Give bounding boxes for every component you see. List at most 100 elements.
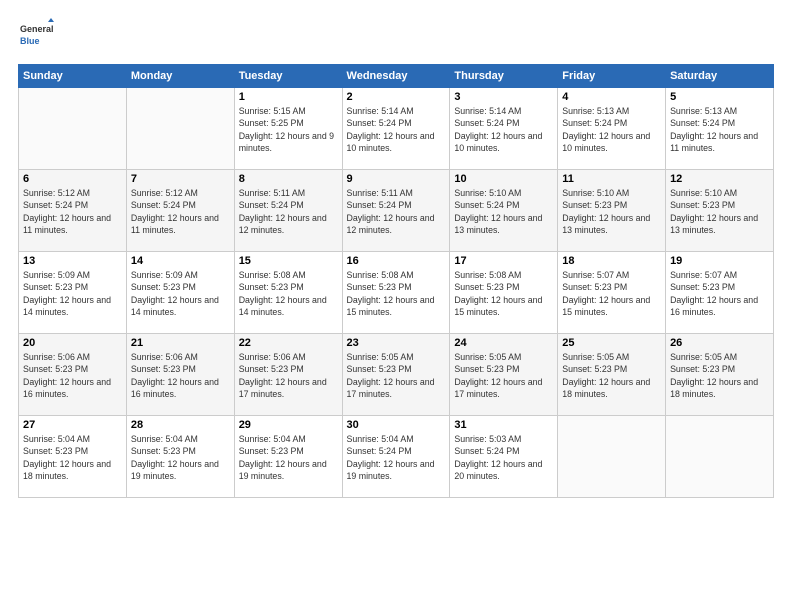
day-info: Sunrise: 5:10 AM Sunset: 5:23 PM Dayligh… <box>670 187 769 236</box>
day-number: 21 <box>131 337 230 349</box>
day-number: 4 <box>562 91 661 103</box>
day-number: 23 <box>347 337 446 349</box>
day-number: 1 <box>239 91 338 103</box>
day-cell: 1 Sunrise: 5:15 AM Sunset: 5:25 PM Daylig… <box>234 88 342 170</box>
day-info: Sunrise: 5:03 AM Sunset: 5:24 PM Dayligh… <box>454 433 553 482</box>
calendar-header: SundayMondayTuesdayWednesdayThursdayFrid… <box>19 65 774 88</box>
day-cell: 13 Sunrise: 5:09 AM Sunset: 5:23 PM Dayli… <box>19 252 127 334</box>
logo-svg: General Blue <box>18 18 54 54</box>
day-info: Sunrise: 5:05 AM Sunset: 5:23 PM Dayligh… <box>670 351 769 400</box>
week-row-1: 1 Sunrise: 5:15 AM Sunset: 5:25 PM Daylig… <box>19 88 774 170</box>
week-row-2: 6 Sunrise: 5:12 AM Sunset: 5:24 PM Daylig… <box>19 170 774 252</box>
day-cell: 19Sunrise: 5:07 AM Sunset: 5:23 PM Dayli… <box>666 252 774 334</box>
week-row-3: 13 Sunrise: 5:09 AM Sunset: 5:23 PM Dayli… <box>19 252 774 334</box>
week-row-4: 20 Sunrise: 5:06 AM Sunset: 5:23 PM Dayli… <box>19 334 774 416</box>
day-cell <box>666 416 774 498</box>
day-cell: 21 Sunrise: 5:06 AM Sunset: 5:23 PM Dayli… <box>126 334 234 416</box>
day-info: Sunrise: 5:04 AM Sunset: 5:23 PM Dayligh… <box>239 433 338 482</box>
day-cell: 12 Sunrise: 5:10 AM Sunset: 5:23 PM Dayli… <box>666 170 774 252</box>
day-info: Sunrise: 5:05 AM Sunset: 5:23 PM Dayligh… <box>562 351 661 400</box>
day-cell <box>19 88 127 170</box>
day-cell: 26Sunrise: 5:05 AM Sunset: 5:23 PM Dayli… <box>666 334 774 416</box>
day-number: 17 <box>454 255 553 267</box>
day-info: Sunrise: 5:12 AM Sunset: 5:24 PM Dayligh… <box>23 187 122 236</box>
day-cell: 6 Sunrise: 5:12 AM Sunset: 5:24 PM Daylig… <box>19 170 127 252</box>
day-number: 5 <box>670 91 769 103</box>
day-info: Sunrise: 5:13 AM Sunset: 5:24 PM Dayligh… <box>562 105 661 154</box>
day-cell <box>126 88 234 170</box>
day-number: 13 <box>23 255 122 267</box>
day-number: 11 <box>562 173 661 185</box>
day-cell: 22 Sunrise: 5:06 AM Sunset: 5:23 PM Dayli… <box>234 334 342 416</box>
day-number: 16 <box>347 255 446 267</box>
day-info: Sunrise: 5:04 AM Sunset: 5:24 PM Dayligh… <box>347 433 446 482</box>
day-info: Sunrise: 5:06 AM Sunset: 5:23 PM Dayligh… <box>239 351 338 400</box>
calendar-page: General Blue SundayMondayTuesdayWednesda… <box>0 0 792 612</box>
day-number: 27 <box>23 419 122 431</box>
day-cell: 11Sunrise: 5:10 AM Sunset: 5:23 PM Dayli… <box>558 170 666 252</box>
day-cell <box>558 416 666 498</box>
day-number: 20 <box>23 337 122 349</box>
day-info: Sunrise: 5:10 AM Sunset: 5:24 PM Dayligh… <box>454 187 553 236</box>
day-number: 28 <box>131 419 230 431</box>
day-number: 18 <box>562 255 661 267</box>
header-cell-tuesday: Tuesday <box>234 65 342 88</box>
day-number: 14 <box>131 255 230 267</box>
day-cell: 7 Sunrise: 5:12 AM Sunset: 5:24 PM Daylig… <box>126 170 234 252</box>
calendar-body: 1 Sunrise: 5:15 AM Sunset: 5:25 PM Daylig… <box>19 88 774 498</box>
day-cell: 24 Sunrise: 5:05 AM Sunset: 5:23 PM Dayli… <box>450 334 558 416</box>
day-number: 12 <box>670 173 769 185</box>
day-info: Sunrise: 5:07 AM Sunset: 5:23 PM Dayligh… <box>562 269 661 318</box>
day-info: Sunrise: 5:09 AM Sunset: 5:23 PM Dayligh… <box>131 269 230 318</box>
day-cell: 8Sunrise: 5:11 AM Sunset: 5:24 PM Daylig… <box>234 170 342 252</box>
day-number: 6 <box>23 173 122 185</box>
day-number: 3 <box>454 91 553 103</box>
day-info: Sunrise: 5:13 AM Sunset: 5:24 PM Dayligh… <box>670 105 769 154</box>
day-number: 31 <box>454 419 553 431</box>
day-cell: 16 Sunrise: 5:08 AM Sunset: 5:23 PM Dayli… <box>342 252 450 334</box>
day-cell: 4 Sunrise: 5:13 AM Sunset: 5:24 PM Daylig… <box>558 88 666 170</box>
header-cell-wednesday: Wednesday <box>342 65 450 88</box>
day-cell: 15 Sunrise: 5:08 AM Sunset: 5:23 PM Dayli… <box>234 252 342 334</box>
header-cell-monday: Monday <box>126 65 234 88</box>
day-number: 29 <box>239 419 338 431</box>
day-number: 8 <box>239 173 338 185</box>
day-number: 15 <box>239 255 338 267</box>
day-info: Sunrise: 5:08 AM Sunset: 5:23 PM Dayligh… <box>347 269 446 318</box>
day-number: 10 <box>454 173 553 185</box>
calendar-table: SundayMondayTuesdayWednesdayThursdayFrid… <box>18 64 774 498</box>
logo: General Blue <box>18 18 54 54</box>
svg-text:General: General <box>20 24 54 34</box>
day-number: 25 <box>562 337 661 349</box>
day-cell: 29 Sunrise: 5:04 AM Sunset: 5:23 PM Dayli… <box>234 416 342 498</box>
day-info: Sunrise: 5:08 AM Sunset: 5:23 PM Dayligh… <box>239 269 338 318</box>
day-number: 22 <box>239 337 338 349</box>
day-info: Sunrise: 5:06 AM Sunset: 5:23 PM Dayligh… <box>131 351 230 400</box>
day-info: Sunrise: 5:05 AM Sunset: 5:23 PM Dayligh… <box>347 351 446 400</box>
day-number: 30 <box>347 419 446 431</box>
day-info: Sunrise: 5:14 AM Sunset: 5:24 PM Dayligh… <box>347 105 446 154</box>
day-number: 19 <box>670 255 769 267</box>
header: General Blue <box>18 18 774 54</box>
day-info: Sunrise: 5:04 AM Sunset: 5:23 PM Dayligh… <box>23 433 122 482</box>
day-info: Sunrise: 5:11 AM Sunset: 5:24 PM Dayligh… <box>347 187 446 236</box>
day-cell: 30 Sunrise: 5:04 AM Sunset: 5:24 PM Dayli… <box>342 416 450 498</box>
day-cell: 3Sunrise: 5:14 AM Sunset: 5:24 PM Daylig… <box>450 88 558 170</box>
day-cell: 10 Sunrise: 5:10 AM Sunset: 5:24 PM Dayli… <box>450 170 558 252</box>
day-info: Sunrise: 5:15 AM Sunset: 5:25 PM Dayligh… <box>239 105 338 154</box>
day-cell: 5 Sunrise: 5:13 AM Sunset: 5:24 PM Daylig… <box>666 88 774 170</box>
day-info: Sunrise: 5:09 AM Sunset: 5:23 PM Dayligh… <box>23 269 122 318</box>
day-cell: 27 Sunrise: 5:04 AM Sunset: 5:23 PM Dayli… <box>19 416 127 498</box>
day-cell: 28 Sunrise: 5:04 AM Sunset: 5:23 PM Dayli… <box>126 416 234 498</box>
day-number: 24 <box>454 337 553 349</box>
day-cell: 20Sunrise: 5:06 AM Sunset: 5:23 PM Dayli… <box>19 334 127 416</box>
header-cell-saturday: Saturday <box>666 65 774 88</box>
day-info: Sunrise: 5:12 AM Sunset: 5:24 PM Dayligh… <box>131 187 230 236</box>
day-cell: 25 Sunrise: 5:05 AM Sunset: 5:23 PM Dayli… <box>558 334 666 416</box>
day-info: Sunrise: 5:04 AM Sunset: 5:23 PM Dayligh… <box>131 433 230 482</box>
header-cell-sunday: Sunday <box>19 65 127 88</box>
day-number: 7 <box>131 173 230 185</box>
header-cell-thursday: Thursday <box>450 65 558 88</box>
day-info: Sunrise: 5:05 AM Sunset: 5:23 PM Dayligh… <box>454 351 553 400</box>
week-row-5: 27 Sunrise: 5:04 AM Sunset: 5:23 PM Dayli… <box>19 416 774 498</box>
